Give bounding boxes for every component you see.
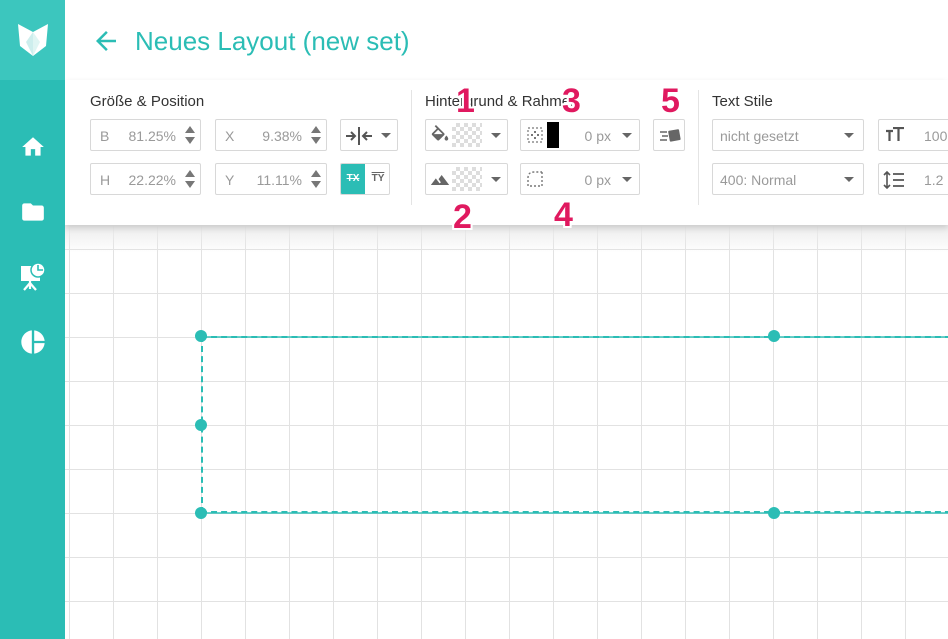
font-weight-value: 400: Normal <box>720 172 797 188</box>
line-height-value: 1.2 <box>924 172 944 188</box>
annotation-3: 3 <box>562 82 581 120</box>
canvas-shadow <box>65 225 948 253</box>
header: Neues Layout (new set) <box>65 0 948 80</box>
back-arrow-icon[interactable] <box>91 26 121 56</box>
y-stepper[interactable] <box>311 170 321 190</box>
border-width-field[interactable]: 0 px <box>520 119 640 151</box>
page-title: Neues Layout (new set) <box>135 26 410 56</box>
pie-chart-icon <box>20 330 45 354</box>
shadow-button[interactable] <box>653 119 685 151</box>
resize-handle-top-left[interactable] <box>195 330 207 342</box>
line-height-field[interactable]: 1.2 <box>878 163 948 195</box>
chevron-down-icon <box>622 177 632 182</box>
selected-element[interactable] <box>201 336 948 513</box>
x-stepper[interactable] <box>311 126 321 146</box>
sidebar-item-presentations[interactable] <box>0 257 65 297</box>
app-logo[interactable] <box>0 0 65 80</box>
text-flip-x-button[interactable]: TX <box>341 164 365 194</box>
y-field[interactable]: Y 11.11% <box>215 163 327 195</box>
home-icon <box>21 137 44 156</box>
x-label: X <box>225 128 235 144</box>
y-label: Y <box>225 172 235 188</box>
x-field[interactable]: X 9.38% <box>215 119 327 151</box>
chevron-down-icon <box>381 133 391 138</box>
chevron-down-icon <box>844 177 854 182</box>
background-image-picker[interactable] <box>425 163 508 195</box>
text-flip-toggle[interactable]: TX TY <box>340 163 390 195</box>
border-style-icon <box>527 127 543 143</box>
fill-color-swatch <box>452 123 482 147</box>
width-value: 81.25% <box>128 128 177 144</box>
height-label: H <box>100 172 111 188</box>
annotation-5: 5 <box>661 82 680 120</box>
selection-top-line <box>201 336 948 338</box>
landscape-icon <box>430 175 450 185</box>
section-divider <box>411 90 412 205</box>
properties-toolbar: Größe & Position B 81.25% H 22.22% X 9.3… <box>65 80 948 225</box>
font-weight-select[interactable]: 400: Normal <box>712 163 864 195</box>
annotation-1: 1 <box>456 82 475 120</box>
height-field[interactable]: H 22.22% <box>90 163 201 195</box>
shadow-icon <box>660 129 681 142</box>
background-image-swatch <box>452 167 482 191</box>
sidebar-item-statistics[interactable] <box>0 322 65 362</box>
font-size-value: 100 <box>924 128 948 144</box>
border-width-value: 0 px <box>584 128 611 144</box>
text-style-select[interactable]: nicht gesetzt <box>712 119 864 151</box>
font-size-icon <box>886 127 904 141</box>
corner-radius-icon <box>527 171 543 187</box>
chevron-down-icon <box>622 133 632 138</box>
resize-handle-bottom-left[interactable] <box>195 507 207 519</box>
size-position-title: Größe & Position <box>90 93 205 110</box>
fill-color-picker[interactable] <box>425 119 508 151</box>
text-flip-y-button[interactable]: TY <box>366 164 389 194</box>
height-value: 22.22% <box>128 172 177 188</box>
text-style-value: nicht gesetzt <box>720 128 799 144</box>
selection-bottom-line <box>201 512 948 514</box>
align-dropdown[interactable] <box>340 119 398 151</box>
chevron-down-icon <box>844 133 854 138</box>
line-height-icon <box>883 170 904 190</box>
background-border-title: Hintergrund & Rahmen <box>425 93 579 110</box>
align-center-icon <box>346 127 372 145</box>
x-value: 9.38% <box>262 128 302 144</box>
resize-handle-middle-left[interactable] <box>195 419 207 431</box>
fox-logo-icon <box>17 24 48 56</box>
section-divider <box>698 90 699 205</box>
sidebar <box>0 0 65 639</box>
text-styles-title: Text Stile <box>712 93 773 110</box>
folder-icon <box>21 203 44 221</box>
chevron-down-icon <box>491 177 501 182</box>
resize-handle-bottom-middle[interactable] <box>768 507 780 519</box>
height-stepper[interactable] <box>185 170 195 190</box>
border-radius-field[interactable]: 0 px <box>520 163 640 195</box>
chevron-down-icon <box>491 133 501 138</box>
annotation-2: 2 <box>453 198 472 236</box>
presentation-icon <box>20 262 46 291</box>
app: Neues Layout (new set) Größe & Position … <box>0 0 948 639</box>
width-stepper[interactable] <box>185 126 195 146</box>
sidebar-item-files[interactable] <box>0 192 65 232</box>
sidebar-item-home[interactable] <box>0 127 65 167</box>
border-color-swatch[interactable] <box>547 122 559 148</box>
width-field[interactable]: B 81.25% <box>90 119 201 151</box>
resize-handle-top-middle[interactable] <box>768 330 780 342</box>
y-value: 11.11% <box>256 172 302 188</box>
font-size-field[interactable]: 100 <box>878 119 948 151</box>
annotation-4: 4 <box>554 196 573 234</box>
border-radius-value: 0 px <box>584 172 611 188</box>
width-label: B <box>100 128 110 144</box>
fill-bucket-icon <box>431 125 449 141</box>
